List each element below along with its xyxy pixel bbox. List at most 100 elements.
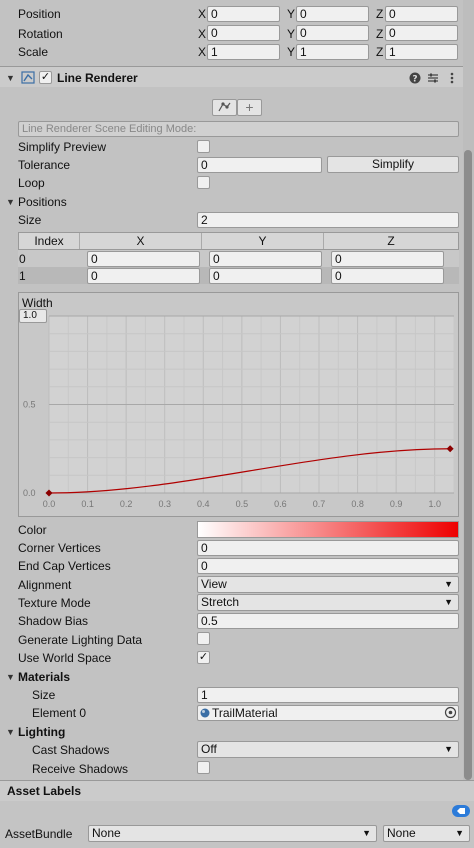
corner-vertices-label: Corner Vertices: [18, 541, 101, 555]
table-row[interactable]: 0 0 0 0: [18, 250, 459, 267]
color-label: Color: [18, 523, 47, 537]
help-icon[interactable]: ?: [409, 72, 421, 84]
label-tag-icon[interactable]: [451, 804, 471, 818]
x-tick-label: 0.6: [274, 499, 287, 509]
end-cap-vertices-label: End Cap Vertices: [18, 559, 111, 573]
row-x-field[interactable]: 0: [87, 268, 200, 284]
component-enabled-checkbox[interactable]: ✓: [39, 71, 52, 84]
scale-label: Scale: [18, 45, 49, 59]
texture-mode-dropdown[interactable]: Stretch ▼: [197, 594, 459, 611]
cast-shadows-dropdown[interactable]: Off ▼: [197, 741, 459, 758]
rotation-x-field[interactable]: 0: [207, 25, 280, 41]
row-z-field[interactable]: 0: [331, 251, 444, 267]
column-x[interactable]: X: [80, 233, 202, 249]
x-tick-label: 1.0: [428, 499, 441, 509]
loop-label: Loop: [18, 176, 45, 190]
scene-editing-mode-field: Line Renderer Scene Editing Mode:: [18, 121, 459, 137]
color-gradient-field[interactable]: [197, 521, 459, 538]
chevron-down-icon: ▼: [444, 579, 453, 589]
material-icon: [200, 708, 210, 718]
component-foldout-icon[interactable]: ▼: [6, 73, 15, 83]
materials-size-label: Size: [32, 688, 56, 702]
element-0-label: Element 0: [32, 706, 87, 720]
materials-label: Materials: [18, 670, 71, 684]
corner-vertices-field[interactable]: 0: [197, 540, 459, 556]
texture-mode-label: Texture Mode: [18, 596, 91, 610]
x-tick-label: 0.5: [236, 499, 249, 509]
object-picker-icon[interactable]: [444, 706, 457, 719]
position-z-field[interactable]: 0: [385, 6, 458, 22]
cast-shadows-value: Off: [201, 742, 217, 756]
scale-z-field[interactable]: 1: [385, 44, 458, 60]
chevron-down-icon: ▼: [444, 597, 453, 607]
scale-z-axis-label: Z: [376, 45, 384, 59]
use-world-space-checkbox[interactable]: ✓: [197, 651, 210, 664]
scale-y-field[interactable]: 1: [296, 44, 369, 60]
asset-bundle-dropdown[interactable]: None ▼: [88, 825, 377, 842]
position-y-field[interactable]: 0: [296, 6, 369, 22]
positions-size-field[interactable]: 2: [197, 212, 459, 228]
simplify-button[interactable]: Simplify: [327, 156, 459, 173]
x-tick-label: 0.8: [351, 499, 364, 509]
rotation-z-axis-label: Z: [376, 27, 384, 41]
x-tick-label: 0.2: [120, 499, 133, 509]
loop-checkbox[interactable]: [197, 176, 210, 189]
y-tick-label: 0.5: [23, 400, 36, 410]
lighting-foldout-icon[interactable]: ▼: [6, 727, 15, 737]
row-x-field[interactable]: 0: [87, 251, 200, 267]
row-z-field[interactable]: 0: [331, 268, 444, 284]
asset-variant-dropdown[interactable]: None ▼: [383, 825, 470, 842]
chevron-down-icon: ▼: [455, 828, 464, 838]
shadow-bias-label: Shadow Bias: [18, 614, 89, 628]
asset-bundle-value: None: [92, 826, 121, 840]
more-options-icon[interactable]: [447, 72, 457, 84]
alignment-dropdown[interactable]: View ▼: [197, 576, 459, 593]
row-y-field[interactable]: 0: [209, 251, 322, 267]
preset-icon[interactable]: [427, 72, 439, 84]
position-x-field[interactable]: 0: [207, 6, 280, 22]
shadow-bias-field[interactable]: 0.5: [197, 613, 459, 629]
alignment-label: Alignment: [18, 578, 72, 592]
positions-foldout-icon[interactable]: ▼: [6, 197, 15, 207]
width-curve-plot[interactable]: 0.0 0.1 0.2 0.3 0.4 0.5 0.6 0.7 0.8 0.9 1.0 0.0 0.5: [19, 293, 460, 518]
use-world-space-label: Use World Space: [18, 651, 112, 665]
position-z-axis-label: Z: [376, 7, 384, 21]
receive-shadows-checkbox[interactable]: [197, 761, 210, 774]
scrollbar[interactable]: [463, 0, 474, 790]
generate-lighting-checkbox[interactable]: [197, 632, 210, 645]
element-0-field[interactable]: TrailMaterial: [197, 705, 459, 721]
positions-table-header: Index X Y Z: [18, 232, 459, 250]
cast-shadows-label: Cast Shadows: [32, 743, 110, 757]
asset-labels-title: Asset Labels: [7, 784, 82, 798]
row-index: 1: [19, 269, 26, 283]
edit-points-button[interactable]: [212, 99, 237, 116]
simplify-preview-checkbox[interactable]: [197, 140, 210, 153]
simplify-preview-label: Simplify Preview: [18, 140, 107, 154]
rotation-y-field[interactable]: 0: [296, 25, 369, 41]
asset-bundle-label: AssetBundle: [5, 827, 73, 841]
x-tick-label: 0.0: [43, 499, 56, 509]
width-curve-editor[interactable]: Width 1.0 0.0 0.1 0.2 0.3 0.4 0.5 0.6 0.7 0.8 0.9…: [18, 292, 459, 517]
generate-lighting-label: Generate Lighting Data: [18, 633, 143, 647]
chevron-down-icon: ▼: [444, 744, 453, 754]
rotation-y-axis-label: Y: [287, 27, 296, 41]
end-cap-vertices-field[interactable]: 0: [197, 558, 459, 574]
row-y-field[interactable]: 0: [209, 268, 322, 284]
tolerance-field[interactable]: 0: [197, 157, 322, 173]
table-row[interactable]: 1 0 0 0: [18, 267, 459, 284]
position-label: Position: [18, 7, 61, 21]
x-tick-label: 0.9: [390, 499, 403, 509]
add-points-button[interactable]: +: [237, 99, 262, 116]
scale-x-axis-label: X: [198, 45, 207, 59]
x-tick-label: 0.1: [81, 499, 94, 509]
rotation-z-field[interactable]: 0: [385, 25, 458, 41]
scale-x-field[interactable]: 1: [207, 44, 280, 60]
column-z[interactable]: Z: [324, 233, 458, 249]
column-index[interactable]: Index: [19, 233, 80, 249]
column-y[interactable]: Y: [202, 233, 324, 249]
materials-size-field[interactable]: 1: [197, 687, 459, 703]
x-tick-label: 0.7: [313, 499, 326, 509]
materials-foldout-icon[interactable]: ▼: [6, 672, 15, 682]
scrollbar-thumb[interactable]: [464, 150, 472, 780]
line-renderer-icon: [21, 71, 35, 84]
